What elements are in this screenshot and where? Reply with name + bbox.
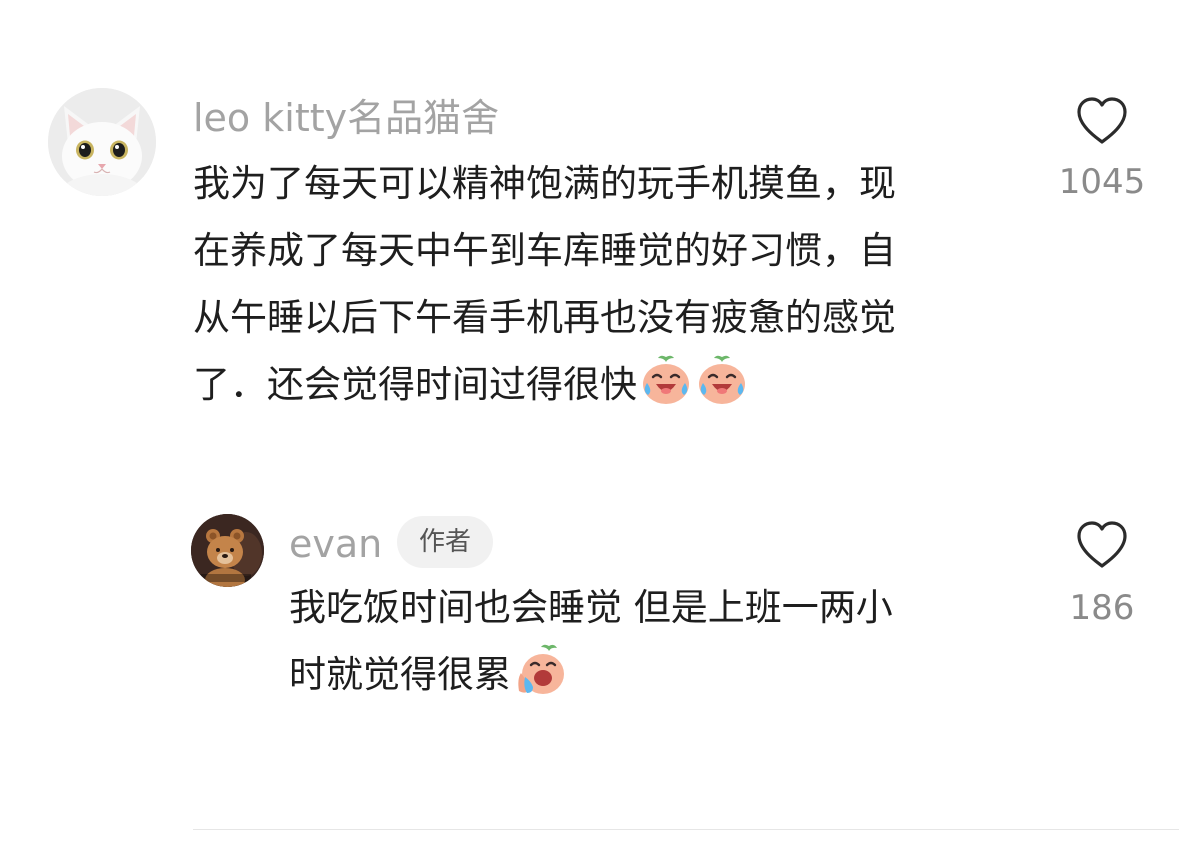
comment-text[interactable]: 我为了每天可以精神饱满的玩手机摸鱼，现 在养成了每天中午到车库睡觉的好习惯，自 …: [193, 150, 1033, 418]
comment-text-line: 从午睡以后下午看手机再也没有疲惫的感觉: [193, 296, 896, 339]
reply-username[interactable]: evan: [289, 521, 382, 567]
reply-text[interactable]: 我吃饭时间也会睡觉 但是上班一两小 时就觉得很累: [289, 574, 1009, 708]
comment-text-line: 了．还会觉得时间过得很快: [193, 363, 637, 406]
divider: [193, 829, 1179, 830]
comment-text-line: 我为了每天可以精神饱满的玩手机摸鱼，现: [193, 162, 896, 205]
like-count: 1045: [1058, 162, 1146, 202]
reply-text-line: 我吃饭时间也会睡觉 但是上班一两小: [289, 586, 893, 629]
crying-peach-emoji-icon: [518, 644, 564, 694]
laugh-cry-peach-emoji-icon: [699, 355, 745, 404]
heart-outline-icon[interactable]: [1075, 520, 1129, 570]
comment-avatar[interactable]: [48, 88, 156, 196]
laugh-cry-peach-emoji-icon: [643, 355, 689, 404]
heart-outline-icon[interactable]: [1075, 96, 1129, 146]
reply-avatar[interactable]: [191, 514, 264, 587]
like-count: 186: [1069, 588, 1135, 628]
comment-text-line-last: 了．还会觉得时间过得很快: [193, 351, 1033, 418]
comment-username[interactable]: leo kitty名品猫舍: [193, 95, 499, 141]
reply-text-line-last: 时就觉得很累: [289, 641, 1009, 708]
comment-text-line: 在养成了每天中午到车库睡觉的好习惯，自: [193, 229, 896, 272]
reply-text-line: 时就觉得很累: [289, 653, 511, 696]
author-badge: 作者: [397, 516, 493, 568]
teddy-bear-avatar-icon: [191, 514, 264, 587]
white-cat-avatar-icon: [48, 88, 156, 196]
